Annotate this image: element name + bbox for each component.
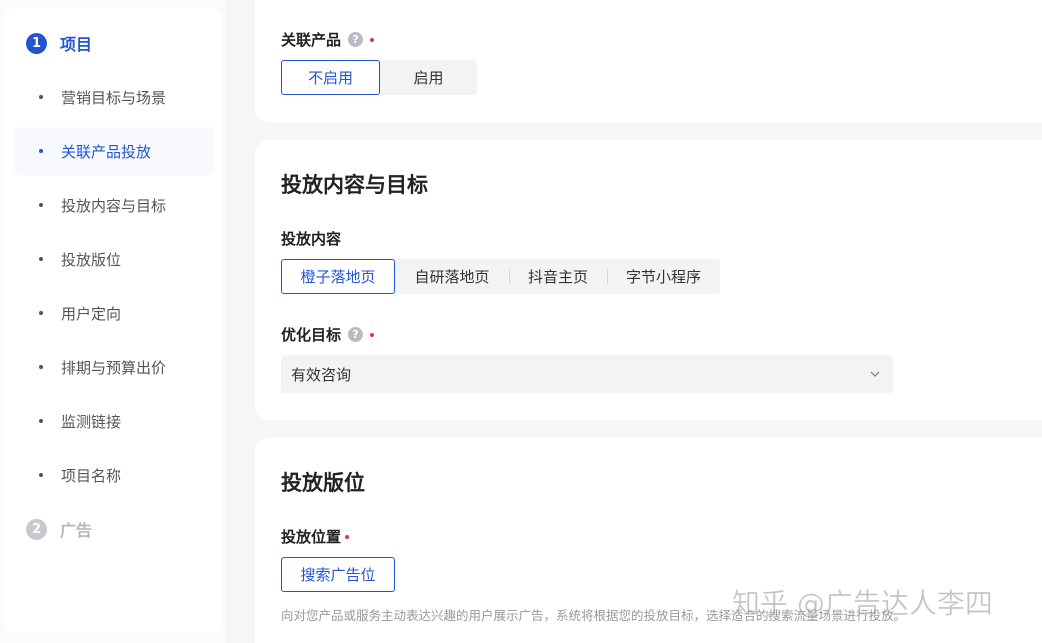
sidebar-item-label: 关联产品投放 [61, 142, 152, 161]
sidebar-item-related-product[interactable]: 关联产品投放 [14, 127, 214, 175]
sidebar-item-label: 营销目标与场景 [61, 88, 167, 107]
watermark: 知乎 @广告达人李四 [732, 587, 994, 621]
bullet-icon [39, 473, 43, 477]
sidebar-item-marketing-goal[interactable]: 营销目标与场景 [14, 73, 214, 121]
related-product-toggle: 不启用 启用 [281, 60, 477, 95]
step-number-icon: 1 [26, 32, 47, 54]
sidebar-item-label: 用户定向 [61, 304, 122, 323]
required-icon [370, 37, 375, 42]
sidebar: 1 项目 营销目标与场景 关联产品投放 投放内容与目标 投放版位 用户定向 排期… [0, 0, 226, 643]
position-label: 投放位置 [281, 528, 342, 546]
tab-orange-landing-page[interactable]: 橙子落地页 [281, 259, 395, 294]
tab-own-landing-page[interactable]: 自研落地页 [395, 259, 509, 294]
option-enable[interactable]: 启用 [380, 60, 477, 95]
goal-label: 优化目标 [281, 326, 342, 344]
sidebar-item-tracking-link[interactable]: 监测链接 [14, 397, 214, 445]
bullet-icon [39, 365, 43, 369]
bullet-icon [39, 257, 43, 261]
sidebar-item-label: 监测链接 [61, 412, 122, 431]
sidebar-item-project-name[interactable]: 项目名称 [14, 451, 214, 499]
required-icon [345, 534, 350, 539]
content-label-row: 投放内容 [281, 228, 341, 249]
tab-douyin-homepage[interactable]: 抖音主页 [509, 259, 607, 294]
content-type-tabs: 橙子落地页 自研落地页 抖音主页 字节小程序 [281, 259, 720, 294]
position-label-row: 投放位置 [281, 526, 350, 547]
option-disable[interactable]: 不启用 [281, 60, 380, 95]
step-project[interactable]: 1 项目 [26, 32, 92, 54]
related-product-label-row: 关联产品 ? [281, 29, 375, 50]
step-label: 广告 [60, 521, 93, 540]
related-product-label: 关联产品 [281, 31, 342, 49]
bullet-icon [39, 311, 43, 315]
bullet-icon [39, 95, 43, 99]
sidebar-item-schedule-budget[interactable]: 排期与预算出价 [14, 343, 214, 391]
sidebar-item-label: 排期与预算出价 [61, 358, 167, 377]
optimization-goal-select[interactable]: 有效咨询 [281, 355, 893, 393]
goal-label-row: 优化目标 ? [281, 324, 375, 345]
section-title-placement: 投放版位 [281, 471, 365, 495]
sidebar-item-label: 项目名称 [61, 466, 122, 485]
tab-bytedance-miniprogram[interactable]: 字节小程序 [607, 259, 720, 294]
bullet-icon [39, 149, 43, 153]
sidebar-item-placement[interactable]: 投放版位 [14, 235, 214, 283]
required-icon [370, 332, 375, 337]
optimization-goal-value: 有效咨询 [291, 365, 352, 384]
step-ad[interactable]: 2 广告 [26, 518, 92, 540]
content-label: 投放内容 [281, 230, 342, 248]
step-label: 项目 [60, 35, 93, 54]
section-title-content-goal: 投放内容与目标 [281, 173, 428, 197]
sidebar-item-label: 投放内容与目标 [61, 196, 167, 215]
search-ad-position-button[interactable]: 搜索广告位 [281, 557, 395, 592]
sidebar-item-targeting[interactable]: 用户定向 [14, 289, 214, 337]
help-icon[interactable]: ? [348, 327, 364, 342]
sidebar-item-label: 投放版位 [61, 250, 122, 269]
chevron-down-icon [870, 371, 880, 377]
bullet-icon [39, 203, 43, 207]
help-icon[interactable]: ? [348, 32, 364, 47]
bullet-icon [39, 419, 43, 423]
sidebar-item-content-goal[interactable]: 投放内容与目标 [14, 181, 214, 229]
step-number-icon: 2 [26, 518, 47, 540]
